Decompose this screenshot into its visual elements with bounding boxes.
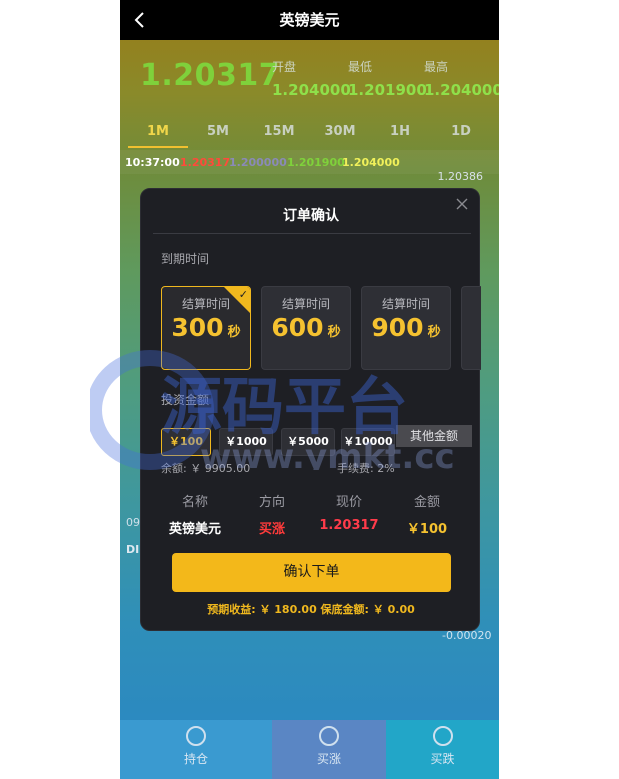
nav-buy-down-label: 买跌 <box>430 752 455 766</box>
order-summary: 预期收益: ￥ 180.00 保底金额: ￥ 0.00 <box>207 603 415 616</box>
fall-icon <box>432 726 453 746</box>
time-card-value: 600 秒 <box>271 313 341 342</box>
header-amount: 金额 <box>413 495 440 510</box>
time-card-more[interactable] <box>461 286 481 370</box>
order-confirm-dialog: 订单确认 到期时间 结算时间 300 秒 ✓ 结算时间 600 秒 结算时间 900… <box>140 188 481 631</box>
time-card-600[interactable]: 结算时间 600 秒 <box>261 286 351 370</box>
confirm-order-button[interactable]: 确认下单 <box>172 553 451 592</box>
tab-1d[interactable]: 1D <box>431 118 491 146</box>
nav-positions[interactable]: 持仓 <box>120 720 272 779</box>
header-direction: 方向 <box>258 495 285 510</box>
time-card-value: 300 秒 <box>171 313 241 342</box>
tab-1h[interactable]: 1H <box>370 118 430 146</box>
chart-ma: 1.200000 <box>229 156 287 169</box>
time-card-label: 结算时间 <box>281 297 330 311</box>
amount-5000[interactable]: ￥5000 <box>281 428 335 456</box>
time-card-900[interactable]: 结算时间 900 秒 <box>361 286 451 370</box>
time-card-label: 结算时间 <box>381 297 430 311</box>
tab-15m[interactable]: 15M <box>249 118 309 146</box>
indicator-label: DI <box>126 543 140 556</box>
tab-30m[interactable]: 30M <box>310 118 370 146</box>
order-direction: 买涨 <box>258 522 285 537</box>
check-icon: ✓ <box>238 288 248 301</box>
current-price: 1.20317 <box>140 58 281 93</box>
chart-time-axis: 09 <box>126 516 140 529</box>
open-value: 1.204000 <box>272 81 351 99</box>
chart-time: 10:37:00 <box>125 156 180 169</box>
low-stat: 最低 1.201900 <box>348 58 427 99</box>
divider <box>153 233 471 234</box>
chart-y-top: 1.20386 <box>437 170 484 183</box>
dialog-title: 订单确认 <box>283 208 339 224</box>
rise-icon <box>319 726 339 746</box>
other-amount-input[interactable]: 其他金额 <box>396 425 472 447</box>
open-label: 开盘 <box>272 60 297 74</box>
nav-buy-up-label: 买涨 <box>316 752 341 766</box>
time-card-300[interactable]: 结算时间 300 秒 ✓ <box>161 286 251 370</box>
tab-5m[interactable]: 5M <box>188 118 248 146</box>
tab-1m[interactable]: 1M <box>128 118 188 148</box>
amount-10000[interactable]: ￥10000 <box>341 428 395 456</box>
invest-label: 投资金额 <box>161 393 210 407</box>
amount-100[interactable]: ￥100 <box>161 428 211 456</box>
order-amount: ￥100 <box>406 522 448 537</box>
nav-buy-down[interactable]: 买跌 <box>386 720 499 779</box>
top-bar: 英镑美元 <box>120 0 499 40</box>
header-price: 现价 <box>335 495 362 510</box>
bottom-nav: 持仓 买涨 买跌 <box>120 720 499 779</box>
close-icon[interactable] <box>455 197 469 211</box>
amount-1000[interactable]: ￥1000 <box>219 428 273 456</box>
expiry-label: 到期时间 <box>161 252 210 266</box>
balance-text: 余额: ￥ 9905.00 <box>161 462 251 475</box>
high-stat: 最高 1.204000 <box>424 58 499 99</box>
order-price: 1.20317 <box>319 518 379 533</box>
page-title: 英镑美元 <box>279 11 340 29</box>
low-value: 1.201900 <box>348 81 427 99</box>
high-value: 1.204000 <box>424 81 499 99</box>
time-card-value: 900 秒 <box>371 313 441 342</box>
low-label: 最低 <box>348 60 373 74</box>
nav-buy-up[interactable]: 买涨 <box>272 720 386 779</box>
open-stat: 开盘 1.204000 <box>272 58 351 99</box>
fee-text: 手续费: 2% <box>337 462 395 475</box>
timeframe-tabs: 1M 5M 15M 30M 1H 1D <box>120 118 499 150</box>
nav-positions-label: 持仓 <box>183 752 208 766</box>
high-label: 最高 <box>424 60 449 74</box>
chart-close: 1.20317 <box>180 156 231 169</box>
chart-high: 1.204000 <box>342 156 400 169</box>
header-name: 名称 <box>181 495 208 510</box>
coins-icon <box>186 726 206 746</box>
chart-low: 1.201900 <box>287 156 345 169</box>
order-name: 英镑美元 <box>168 522 221 537</box>
